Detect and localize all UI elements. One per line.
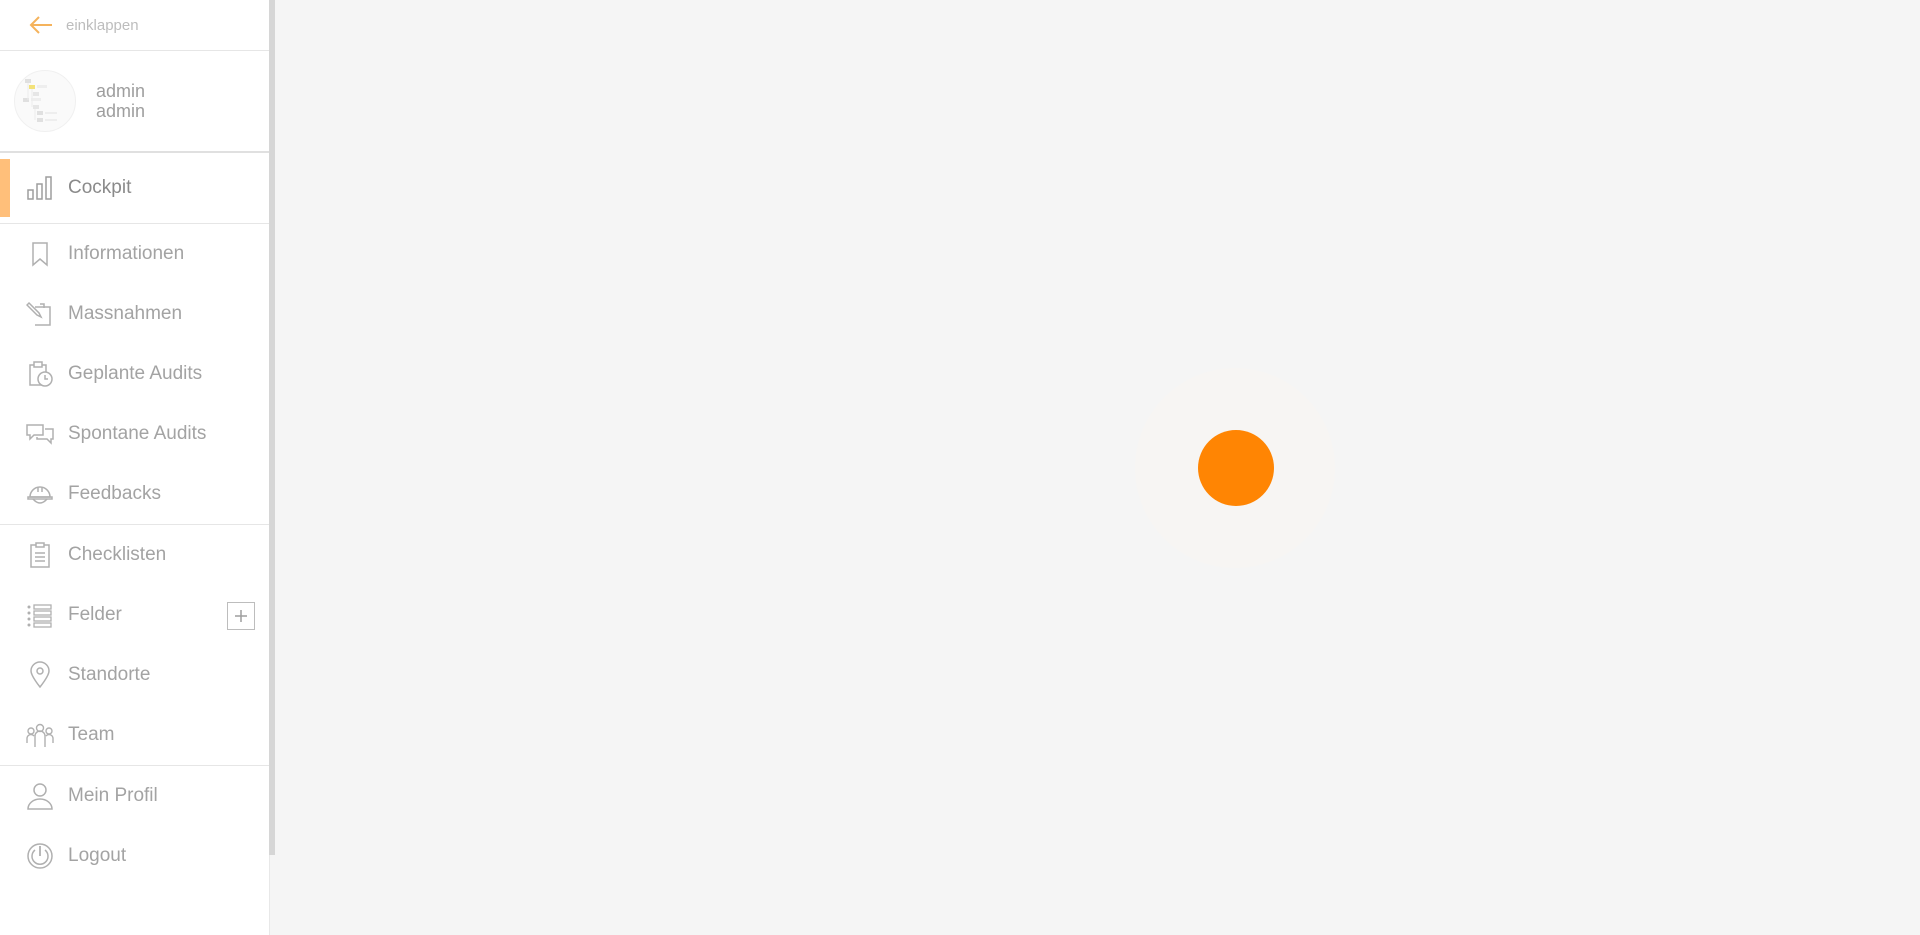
nav-group-primary: Cockpit (0, 153, 269, 224)
clipboard-list-icon (30, 542, 50, 568)
bar-chart-icon (27, 176, 52, 200)
sidebar-item-feedbacks[interactable]: Feedbacks (0, 464, 269, 524)
arrow-left-icon (29, 16, 52, 34)
sidebar-item-label: Spontane Audits (68, 423, 207, 444)
power-icon (27, 843, 53, 869)
user-names: admin admin (96, 81, 145, 121)
sidebar-item-label: Feedbacks (68, 483, 161, 504)
sidebar-item-geplante-audits[interactable]: Geplante Audits (0, 344, 269, 404)
team-icon (26, 723, 54, 747)
user-last-name: admin (96, 101, 146, 121)
sidebar-item-label: Geplante Audits (68, 363, 203, 384)
sidebar-item-checklisten[interactable]: Checklisten (0, 525, 269, 585)
user-first-name: admin (96, 81, 146, 101)
sidebar-item-label: Standorte (68, 664, 151, 685)
sidebar-item-label: Mein Profil (68, 785, 158, 806)
sidebar-item-label: Cockpit (68, 177, 132, 198)
add-field-button[interactable] (227, 602, 255, 630)
sidebar-item-label: Checklisten (68, 544, 167, 565)
clipboard-clock-icon (29, 361, 53, 387)
sidebar-item-team[interactable]: Team (0, 705, 269, 765)
collapse-sidebar-button[interactable]: einklappen (0, 0, 269, 51)
list-icon (27, 604, 52, 628)
avatar[interactable] (14, 70, 76, 132)
user-block: admin admin (0, 51, 269, 153)
sidebar-item-label: Team (68, 724, 115, 745)
helmet-icon (27, 486, 53, 504)
task-pen-icon (26, 301, 51, 326)
sidebar-item-spontane-audits[interactable]: Spontane Audits (0, 404, 269, 464)
nav-group-content: Informationen Massnahmen Geplante Audits (0, 224, 269, 525)
sidebar-item-label: Felder (68, 604, 122, 625)
sidebar-item-logout[interactable]: Logout (0, 826, 269, 886)
sidebar-item-cockpit[interactable]: Cockpit (0, 153, 269, 223)
nav-group-settings: Checklisten Felder Standorte Team (0, 525, 269, 766)
nav-group-account: Mein Profil Logout (0, 766, 269, 886)
location-pin-icon (30, 661, 50, 689)
sidebar-item-felder[interactable]: Felder (0, 585, 269, 645)
plus-icon (235, 610, 247, 622)
sidebar-item-massnahmen[interactable]: Massnahmen (0, 284, 269, 344)
main-content (275, 0, 1920, 935)
collapse-label: einklappen (66, 16, 139, 34)
user-icon (27, 783, 53, 810)
sidebar-item-informationen[interactable]: Informationen (0, 224, 269, 284)
chat-bubbles-icon (26, 424, 54, 445)
bookmark-icon (32, 242, 48, 267)
sidebar-item-standorte[interactable]: Standorte (0, 645, 269, 705)
loading-spinner-dot (1198, 430, 1274, 506)
tree-diagram-icon (23, 79, 57, 122)
sidebar: einklappen admin admin Cockpit Informati… (0, 0, 270, 935)
sidebar-item-mein-profil[interactable]: Mein Profil (0, 766, 269, 826)
sidebar-item-label: Logout (68, 845, 127, 866)
sidebar-item-label: Informationen (68, 243, 185, 264)
sidebar-item-label: Massnahmen (68, 303, 183, 324)
